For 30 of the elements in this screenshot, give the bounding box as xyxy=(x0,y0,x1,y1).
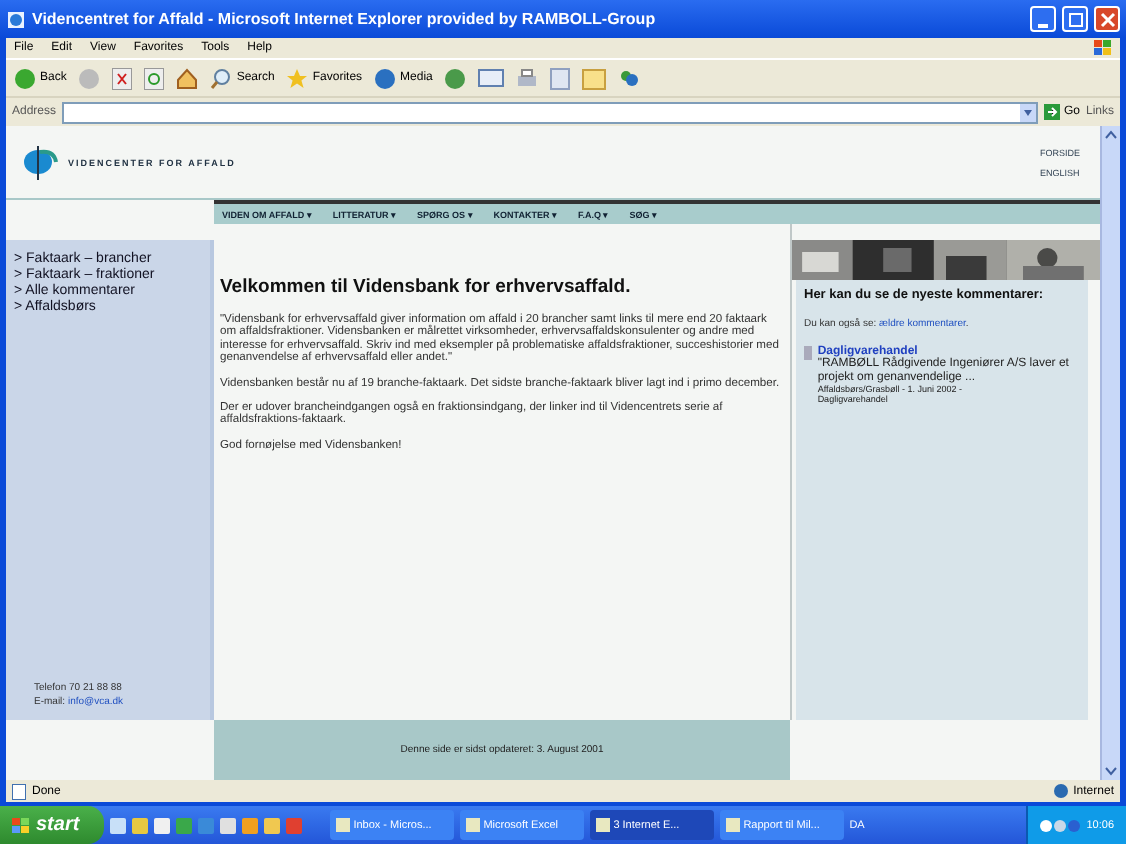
address-field[interactable] xyxy=(62,101,1038,123)
go-arrow-icon xyxy=(1043,104,1060,120)
app-icon xyxy=(595,818,610,832)
windows-flag-icon xyxy=(1094,40,1112,56)
printer-icon[interactable] xyxy=(516,67,539,89)
scroll-up-icon[interactable] xyxy=(1102,126,1120,144)
stop-icon[interactable] xyxy=(112,67,133,89)
refresh-icon[interactable] xyxy=(144,67,165,89)
search-icon xyxy=(210,67,233,89)
home-icon[interactable] xyxy=(176,67,199,89)
logo-icon xyxy=(22,142,62,182)
messenger-icon[interactable] xyxy=(618,67,641,89)
page-heading: Velkommen til Vidensbank for erhvervsaffald. xyxy=(220,276,633,298)
close-icon[interactable] xyxy=(1094,6,1120,32)
document-icon xyxy=(804,346,812,360)
star-icon xyxy=(286,67,309,89)
folder-icon[interactable] xyxy=(582,67,607,89)
app-icon xyxy=(725,818,740,832)
minimize-icon[interactable] xyxy=(1030,6,1056,32)
maximize-icon[interactable] xyxy=(1062,6,1088,32)
app-icon xyxy=(465,818,480,832)
tray-icon[interactable] xyxy=(1040,817,1081,833)
window-title: Videncentret for Affald - Microsoft Internet Explorer provided by RAMBOLL-Group xyxy=(32,10,658,28)
app-icon xyxy=(335,818,350,832)
scrollbar[interactable] xyxy=(1100,126,1120,780)
page-icon xyxy=(12,783,26,799)
browser-icon xyxy=(6,9,26,29)
mail-icon[interactable] xyxy=(478,68,505,88)
windows-flag-icon xyxy=(12,817,30,833)
scroll-down-icon[interactable] xyxy=(1102,762,1120,780)
